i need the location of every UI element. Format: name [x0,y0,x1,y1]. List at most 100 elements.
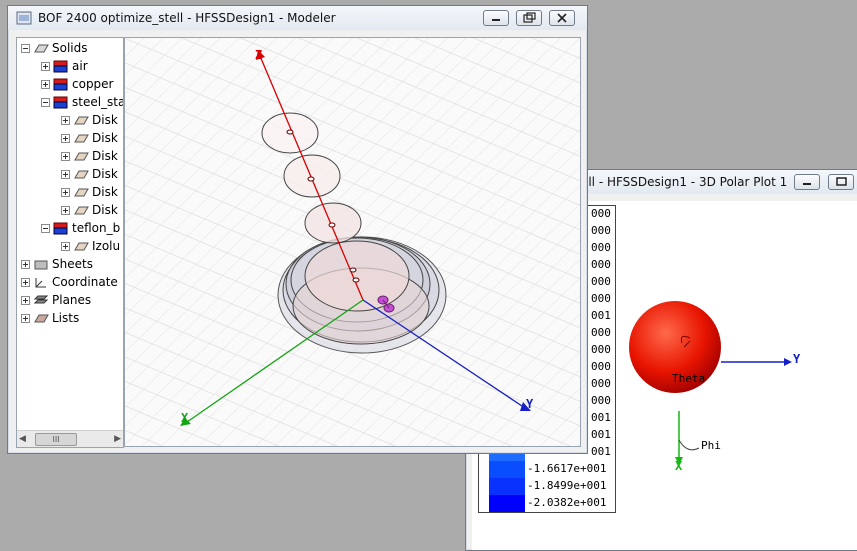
legend-value: 000 [591,326,611,339]
folder-icon [33,294,49,307]
folder-icon [33,276,49,289]
folder-icon [33,312,49,325]
tree-item-label: Solids [52,41,88,55]
maximize-icon [829,175,853,189]
legend-value: 001 [591,428,611,441]
tree-item-label: air [72,59,88,73]
model-tree[interactable]: Solids air copper steel_sta Disk Disk Disk Disk… [16,37,124,448]
legend-value: 000 [591,258,611,271]
tree-item-label: Disk [92,167,118,181]
legend-value: 000 [591,394,611,407]
legend-row: -1.6617e+001 [479,461,615,478]
tree-item-label: Izolu [92,239,121,253]
minimize-icon [484,11,508,25]
tree-item-label: teflon_b [72,221,121,235]
expand-icon[interactable] [21,260,30,269]
tree-item-label: Disk [92,131,118,145]
legend-swatch [489,461,525,478]
material-icon [53,78,69,91]
tree-item-label: Disk [92,203,118,217]
legend-value: -2.0382e+001 [527,496,607,509]
disk-object-icon [73,114,89,127]
legend-value: 000 [591,360,611,373]
expand-icon[interactable] [21,314,30,323]
minimize-button[interactable] [794,174,820,190]
phi-arc [678,439,700,451]
disk-object-icon [73,186,89,199]
expand-icon[interactable] [61,116,70,125]
expand-icon[interactable] [61,134,70,143]
expand-icon[interactable] [61,152,70,161]
expand-icon[interactable] [61,188,70,197]
collapse-icon[interactable] [41,224,50,233]
collapse-icon[interactable] [41,98,50,107]
legend-value: 000 [591,224,611,237]
polar-window-title: _stell - HFSSDesign1 - 3D Polar Plot 1 [564,175,788,189]
polar-x-axis-label: X [675,459,683,473]
tree-item-label: copper [72,77,114,91]
x-axis-label: X [181,411,189,425]
legend-swatch [489,478,525,495]
legend-value: 001 [591,309,611,322]
close-icon [550,11,574,25]
scroll-left-icon[interactable]: ◀ [19,434,26,444]
expand-icon[interactable] [41,80,50,89]
disk-object-icon [73,150,89,163]
scroll-right-icon[interactable]: ▶ [114,434,121,444]
folder-icon [33,42,49,55]
legend-row: -2.0382e+001 [479,495,615,512]
tree-item-label: Disk [92,149,118,163]
legend-value: 000 [591,343,611,356]
legend-value: -1.6617e+001 [527,462,607,475]
3d-viewport[interactable]: Z Y X [124,37,581,447]
tree-item-label: Lists [52,311,80,325]
modeler-titlebar[interactable]: BOF 2400 optimize_stell - HFSSDesign1 - … [8,6,587,30]
legend-value: 000 [591,292,611,305]
z-axis-label: Z [255,48,263,62]
restore-button[interactable] [516,10,542,26]
theta-label: Theta [672,372,706,385]
tree-item-label: Disk [92,113,118,127]
disk-object-icon [73,168,89,181]
legend-row: -1.8499e+001 [479,478,615,495]
legend-value: 000 [591,377,611,390]
tree-horizontal-scrollbar[interactable]: ◀ III ▶ [17,430,123,447]
expand-icon[interactable] [61,170,70,179]
tree-item-label: Disk [92,185,118,199]
disk-object-icon [73,132,89,145]
legend-swatch [489,495,525,512]
modeler-window-title: BOF 2400 optimize_stell - HFSSDesign1 - … [38,11,336,25]
expand-icon[interactable] [21,296,30,305]
tree-item-label: steel_sta [72,95,124,109]
legend-value: 001 [591,445,611,458]
legend-value: -1.8499e+001 [527,479,607,492]
restore-icon [517,11,541,25]
disk-object-icon [73,204,89,217]
material-icon [53,222,69,235]
maximize-button[interactable] [828,174,854,190]
material-icon [53,60,69,73]
tree-item-label: Coordinate [52,275,118,289]
legend-value: 001 [591,411,611,424]
scroll-thumb[interactable]: III [35,433,77,446]
y-axis-label: Y [526,397,534,411]
expand-icon[interactable] [61,242,70,251]
minimize-button[interactable] [483,10,509,26]
legend-value: 000 [591,207,611,220]
legend-value: 000 [591,275,611,288]
folder-icon [33,258,49,271]
3d-model-scene [125,38,580,446]
collapse-icon[interactable] [21,44,30,53]
modeler-window[interactable]: BOF 2400 optimize_stell - HFSSDesign1 - … [7,5,588,454]
expand-icon[interactable] [21,278,30,287]
disk-object-icon [73,240,89,253]
app-icon [16,11,32,28]
legend-value: 000 [591,241,611,254]
minimize-icon [795,175,819,189]
polar-y-axis-label: Y [793,352,801,366]
close-button[interactable] [549,10,575,26]
tree-item-label: Sheets [52,257,93,271]
tree-item-label: Planes [52,293,92,307]
expand-icon[interactable] [61,206,70,215]
expand-icon[interactable] [41,62,50,71]
